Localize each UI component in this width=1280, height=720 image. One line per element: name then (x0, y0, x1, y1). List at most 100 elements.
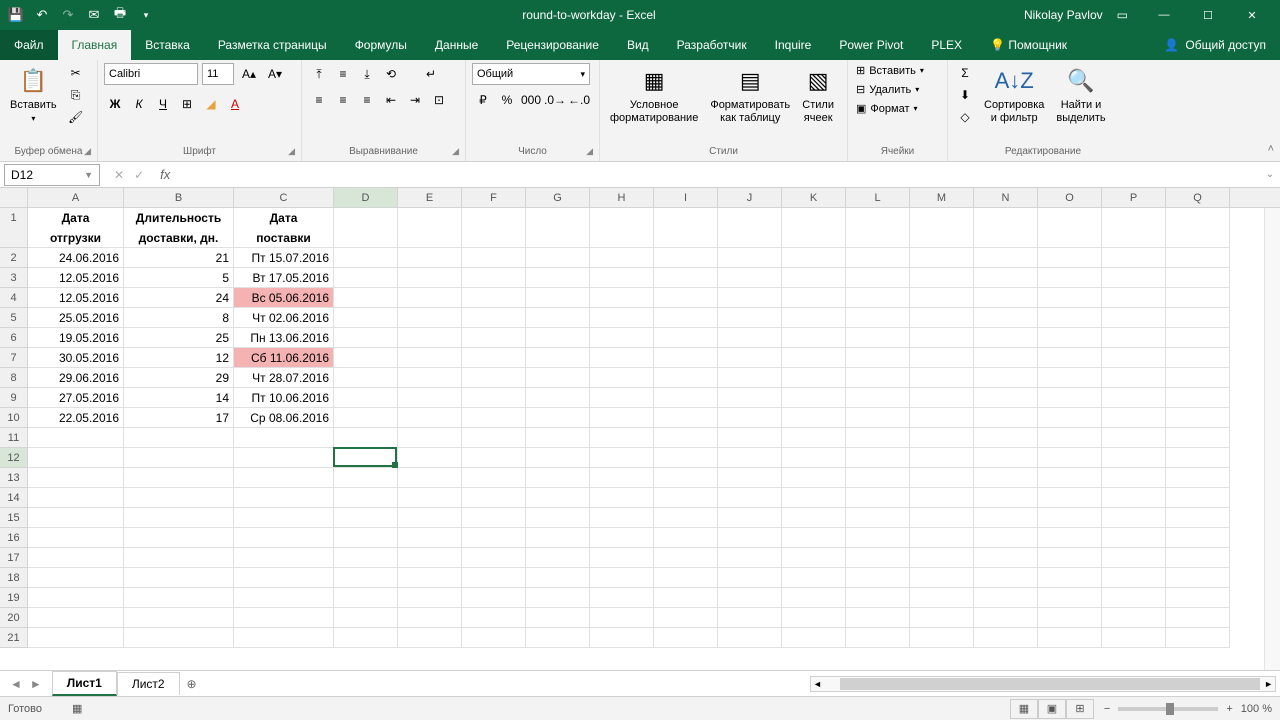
cell[interactable] (1166, 388, 1230, 408)
row-header[interactable]: 15 (0, 508, 28, 528)
cell[interactable] (782, 308, 846, 328)
cell[interactable] (846, 228, 910, 248)
font-color-button[interactable]: A (224, 93, 246, 115)
cell[interactable] (782, 228, 846, 248)
cell[interactable] (398, 628, 462, 648)
cell[interactable] (974, 368, 1038, 388)
cell[interactable] (334, 328, 398, 348)
cell[interactable] (398, 588, 462, 608)
cell[interactable] (462, 328, 526, 348)
cell[interactable] (718, 228, 782, 248)
cell[interactable] (1166, 548, 1230, 568)
cell[interactable] (846, 468, 910, 488)
col-header-N[interactable]: N (974, 188, 1038, 207)
cell[interactable] (1102, 488, 1166, 508)
cell[interactable] (974, 308, 1038, 328)
cell[interactable] (846, 308, 910, 328)
cell[interactable] (1038, 388, 1102, 408)
cell[interactable] (590, 488, 654, 508)
cell[interactable] (1038, 448, 1102, 468)
cell[interactable] (462, 228, 526, 248)
redo-icon[interactable]: ↷ (60, 7, 76, 23)
cell[interactable] (462, 208, 526, 228)
align-right-icon[interactable]: ≡ (356, 89, 378, 111)
col-header-M[interactable]: M (910, 188, 974, 207)
cell[interactable] (462, 508, 526, 528)
font-name-combo[interactable] (104, 63, 198, 85)
cell[interactable] (1166, 608, 1230, 628)
cell[interactable] (1102, 328, 1166, 348)
cell[interactable] (234, 588, 334, 608)
cell[interactable] (124, 528, 234, 548)
cell[interactable]: Пн 13.06.2016 (234, 328, 334, 348)
cell[interactable] (462, 468, 526, 488)
cell[interactable] (782, 408, 846, 428)
cell[interactable] (1102, 428, 1166, 448)
cell[interactable] (590, 428, 654, 448)
cell[interactable] (1166, 368, 1230, 388)
cell[interactable] (782, 428, 846, 448)
cell[interactable] (398, 488, 462, 508)
cell[interactable]: 12 (124, 348, 234, 368)
cell[interactable]: Длительность (124, 208, 234, 228)
cell[interactable] (846, 328, 910, 348)
cell[interactable] (334, 408, 398, 428)
number-format-combo[interactable]: Общий▾ (472, 63, 590, 85)
cell[interactable] (974, 428, 1038, 448)
cell[interactable] (654, 548, 718, 568)
cell[interactable] (910, 388, 974, 408)
cell[interactable] (654, 368, 718, 388)
cell[interactable] (1102, 348, 1166, 368)
cell[interactable] (910, 488, 974, 508)
row-header[interactable]: 20 (0, 608, 28, 628)
cell[interactable] (1166, 228, 1230, 248)
cell[interactable] (1102, 588, 1166, 608)
autosum-icon[interactable]: Σ (954, 63, 976, 83)
cell[interactable] (654, 228, 718, 248)
cell[interactable] (334, 548, 398, 568)
cell[interactable] (846, 248, 910, 268)
cell[interactable] (718, 268, 782, 288)
cell[interactable] (974, 568, 1038, 588)
cell[interactable]: 30.05.2016 (28, 348, 124, 368)
cell[interactable] (1166, 208, 1230, 228)
cell[interactable] (398, 228, 462, 248)
cell[interactable] (462, 248, 526, 268)
tab-powerpivot[interactable]: Power Pivot (825, 30, 917, 60)
cell[interactable] (234, 428, 334, 448)
cell[interactable] (782, 248, 846, 268)
cell[interactable] (526, 448, 590, 468)
cell[interactable] (334, 628, 398, 648)
tab-review[interactable]: Рецензирование (492, 30, 613, 60)
cell[interactable] (334, 388, 398, 408)
indent-decrease-icon[interactable]: ⇤ (380, 89, 402, 111)
cell[interactable] (398, 428, 462, 448)
cell[interactable] (846, 568, 910, 588)
cell[interactable] (910, 448, 974, 468)
cell[interactable] (782, 508, 846, 528)
cell[interactable] (1166, 328, 1230, 348)
cell[interactable] (1038, 508, 1102, 528)
row-header[interactable]: 8 (0, 368, 28, 388)
cell[interactable] (1102, 408, 1166, 428)
decrease-decimal-icon[interactable]: ←.0 (568, 89, 590, 111)
cell[interactable] (974, 468, 1038, 488)
view-page-break-icon[interactable]: ⊞ (1066, 699, 1094, 719)
cell[interactable] (846, 548, 910, 568)
cell[interactable] (654, 268, 718, 288)
tab-page-layout[interactable]: Разметка страницы (204, 30, 341, 60)
cell[interactable] (124, 508, 234, 528)
border-button[interactable]: ⊞ (176, 93, 198, 115)
cell[interactable]: 21 (124, 248, 234, 268)
cell[interactable] (654, 568, 718, 588)
cell[interactable] (590, 388, 654, 408)
cell[interactable] (124, 628, 234, 648)
cell[interactable] (526, 508, 590, 528)
cell[interactable] (526, 588, 590, 608)
cell[interactable] (398, 608, 462, 628)
name-box[interactable]: D12▼ (4, 164, 100, 186)
cell[interactable] (718, 348, 782, 368)
formula-input[interactable] (176, 164, 1260, 186)
cell[interactable] (234, 488, 334, 508)
copy-icon[interactable]: ⎘ (65, 85, 87, 105)
